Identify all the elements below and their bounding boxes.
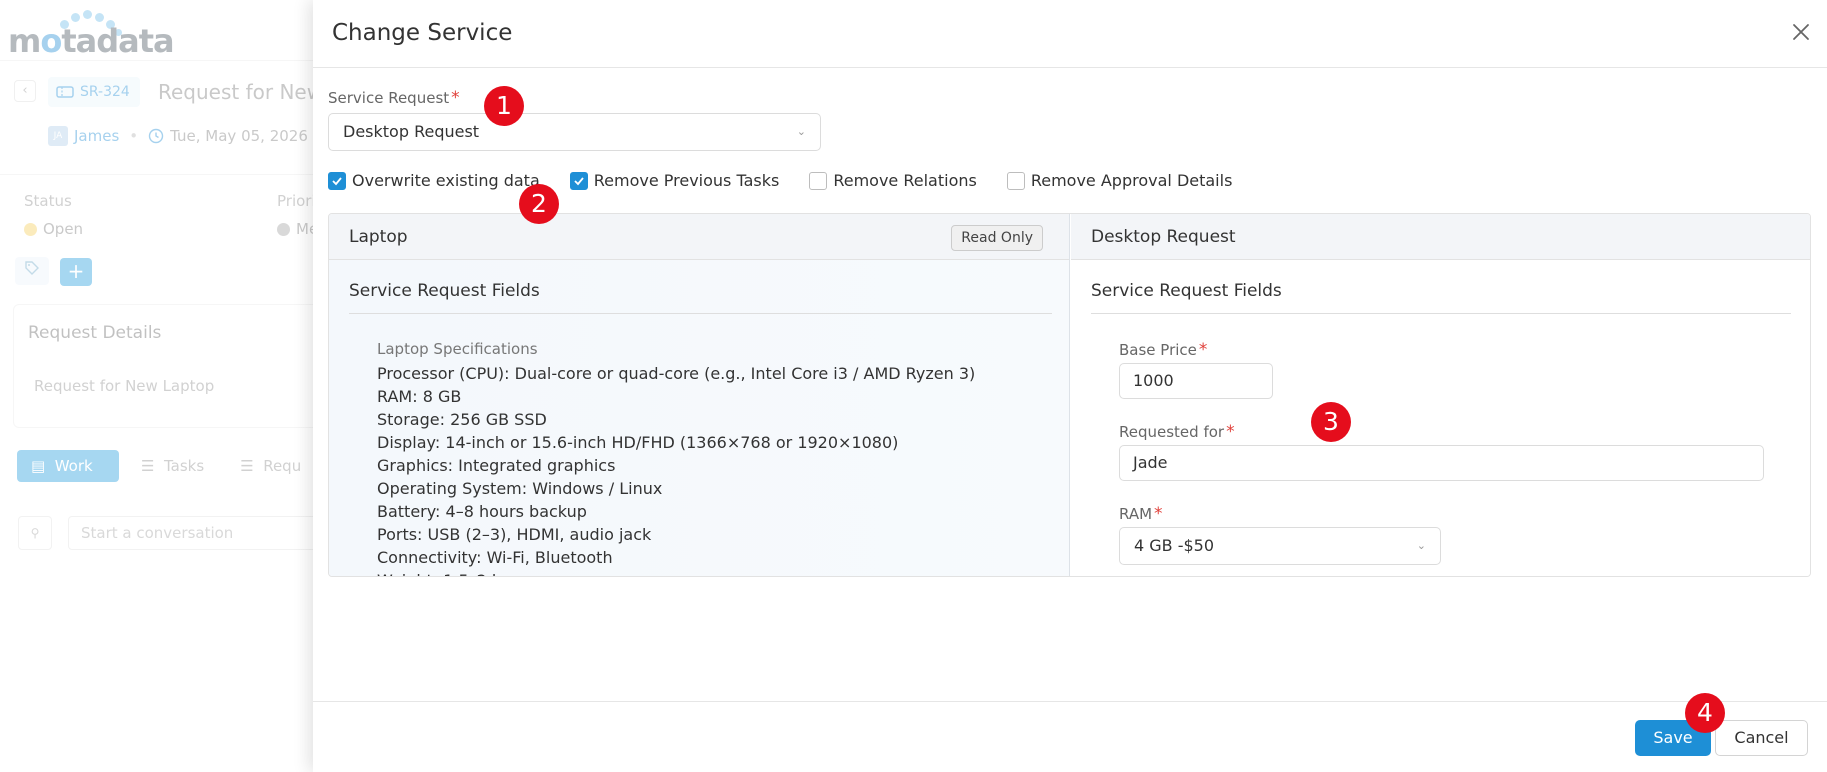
- spec-line: Processor (CPU): Dual-core or quad-core …: [377, 364, 976, 383]
- list-icon: ☰: [240, 457, 254, 475]
- spec-line: Storage: 256 GB SSD: [377, 410, 547, 429]
- plus-icon: +: [67, 259, 85, 283]
- avatar: JA: [48, 126, 68, 146]
- motadata-logo: motadata: [8, 8, 175, 60]
- ticket-date: Tue, May 05, 2026: [170, 127, 308, 145]
- ram-value: 4 GB -$50: [1134, 536, 1215, 555]
- ram-label: RAM *: [1119, 504, 1163, 524]
- read-only-badge: Read Only: [951, 225, 1043, 251]
- search-icon: ⚲: [30, 526, 40, 540]
- tab-work[interactable]: ▤ Work: [17, 450, 119, 482]
- tag-button[interactable]: [15, 257, 49, 285]
- cancel-button[interactable]: Cancel: [1715, 720, 1808, 756]
- checklist-icon: ☰: [141, 457, 155, 475]
- spec-line: Operating System: Windows / Linux: [377, 479, 663, 498]
- checkbox-empty-icon: [1006, 171, 1025, 190]
- tag-icon: [25, 261, 39, 275]
- close-icon[interactable]: [1787, 18, 1815, 46]
- back-button[interactable]: ‹: [14, 80, 36, 102]
- service-request-value: Desktop Request: [343, 122, 480, 141]
- spec-line: Battery: 4–8 hours backup: [377, 502, 587, 521]
- spec-line: Ports: USB (2–3), HDMI, audio jack: [377, 525, 652, 544]
- laptop-specifications-list: Processor (CPU): Dual-core or quad-core …: [377, 362, 1057, 576]
- overwrite-existing-data-checkbox[interactable]: Overwrite existing data: [328, 171, 540, 190]
- ticket-id: SR-324: [80, 84, 130, 100]
- request-details-text: Request for New Laptop: [34, 377, 215, 395]
- required-mark: *: [1198, 340, 1208, 360]
- status-dot: [24, 222, 37, 236]
- step-marker-2: 2: [519, 184, 559, 224]
- requester-name[interactable]: James: [74, 127, 119, 145]
- remove-relations-checkbox[interactable]: Remove Relations: [809, 171, 977, 190]
- checkbox-empty-icon: [809, 171, 828, 190]
- logo-text: motadata: [8, 22, 175, 60]
- conversation-input[interactable]: Start a conversation: [68, 516, 328, 550]
- required-mark: *: [451, 88, 460, 108]
- clock-icon: [148, 128, 164, 144]
- laptop-specifications-label: Laptop Specifications: [377, 340, 538, 358]
- spec-line: Weight: 1.5–2 kg: [377, 569, 1057, 576]
- remove-approval-details-checkbox[interactable]: Remove Approval Details: [1006, 171, 1232, 190]
- requested-for-input[interactable]: Jade: [1119, 445, 1764, 481]
- change-service-drawer: Change Service Service Request * Desktop …: [313, 0, 1827, 772]
- ticket-title: Request for New: [158, 80, 324, 104]
- ticket-icon: [56, 86, 74, 98]
- priority-label: Priori: [277, 192, 316, 210]
- chat-icon: ▤: [31, 457, 46, 475]
- current-service-header: Laptop Read Only: [329, 214, 1069, 260]
- spec-line: Graphics: Integrated graphics: [377, 456, 616, 475]
- step-marker-1: 1: [484, 86, 524, 126]
- tab-tasks[interactable]: ☰ Tasks: [127, 450, 218, 482]
- current-service-pane[interactable]: Laptop Read Only Service Request Fields …: [329, 214, 1070, 576]
- status-label: Status: [24, 192, 72, 210]
- priority-dot: [277, 222, 290, 236]
- service-request-label: Service Request *: [328, 88, 460, 108]
- base-price-label: Base Price *: [1119, 340, 1208, 360]
- status-value[interactable]: Open: [24, 220, 83, 238]
- request-details-card: Request Details Request for New Laptop: [13, 304, 333, 428]
- new-service-header: Desktop Request: [1071, 214, 1810, 260]
- required-mark: *: [1226, 422, 1235, 442]
- drawer-title: Change Service: [332, 20, 513, 46]
- ticket-meta: JA James • Tue, May 05, 2026: [48, 126, 308, 146]
- spec-line: RAM: 8 GB: [377, 387, 462, 406]
- step-marker-4: 4: [1685, 693, 1725, 733]
- chevron-left-icon: ‹: [22, 83, 28, 98]
- checkbox-checked-icon: [569, 171, 588, 190]
- new-service-title: Desktop Request: [1091, 227, 1236, 247]
- checkbox-checked-icon: [328, 171, 346, 190]
- priority-value[interactable]: Me: [277, 220, 318, 238]
- spec-line: Connectivity: Wi-Fi, Bluetooth: [377, 548, 613, 567]
- base-price-input[interactable]: 1000: [1119, 363, 1273, 399]
- add-tag-button[interactable]: +: [60, 258, 92, 286]
- ticket-id-chip: SR-324: [48, 77, 140, 107]
- new-service-pane: Desktop Request Service Request Fields B…: [1071, 214, 1810, 576]
- tab-request[interactable]: ☰ Requ: [226, 450, 315, 482]
- conversation-search-button[interactable]: ⚲: [18, 516, 52, 550]
- ram-select[interactable]: 4 GB -$50 ⌄: [1119, 527, 1441, 565]
- request-details-heading: Request Details: [28, 323, 162, 343]
- current-service-title: Laptop: [349, 227, 408, 247]
- remove-previous-tasks-checkbox[interactable]: Remove Previous Tasks: [569, 171, 779, 190]
- service-request-select[interactable]: Desktop Request ⌄: [328, 113, 821, 151]
- background-tabs: ▤ Work ☰ Tasks ☰ Requ: [17, 450, 315, 482]
- section-title: Service Request Fields: [349, 281, 540, 301]
- chevron-down-icon: ⌄: [1416, 539, 1426, 552]
- options-row: Overwrite existing data Remove Previous …: [328, 171, 1262, 190]
- service-comparison-panel: Laptop Read Only Service Request Fields …: [328, 213, 1811, 577]
- step-marker-3: 3: [1311, 402, 1351, 442]
- requested-for-label: Requested for *: [1119, 422, 1235, 442]
- spec-line: Display: 14-inch or 15.6-inch HD/FHD (13…: [377, 433, 899, 452]
- required-mark: *: [1154, 504, 1163, 524]
- section-title: Service Request Fields: [1091, 281, 1282, 301]
- chevron-down-icon: ⌄: [796, 125, 806, 138]
